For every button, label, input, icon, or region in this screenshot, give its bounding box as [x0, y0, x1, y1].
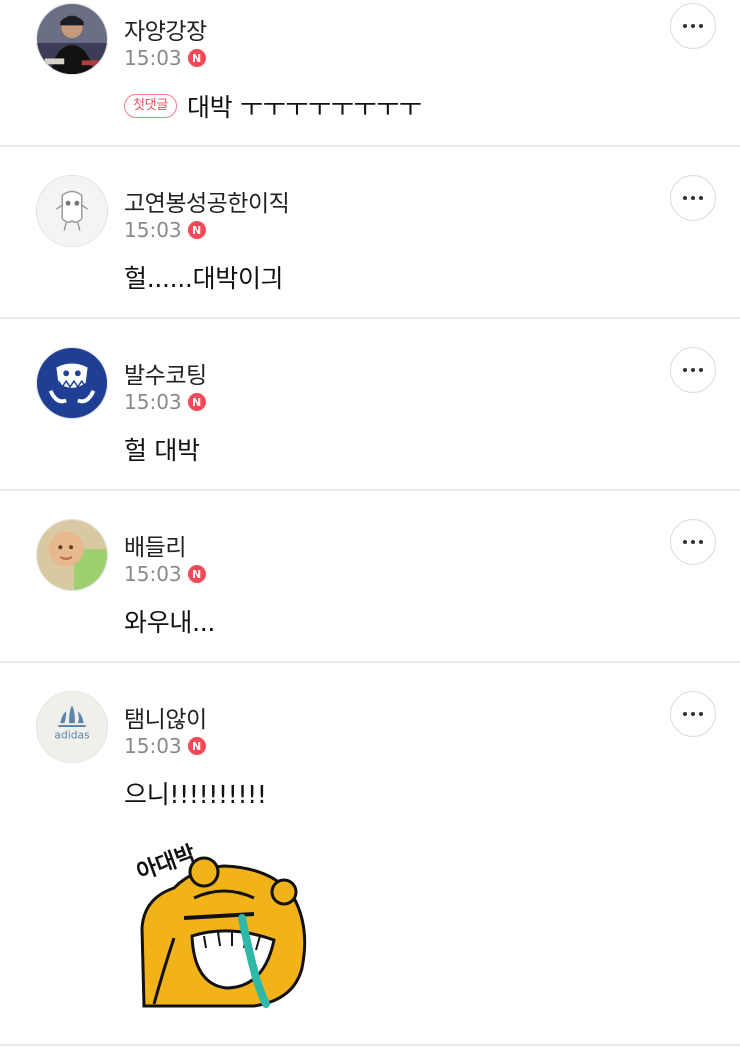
first-comment-badge: 첫댓글 [124, 94, 177, 118]
comment-time: 15:03 [124, 46, 182, 70]
dot-icon [699, 368, 703, 372]
comment-meta: 15:03 N [124, 46, 206, 70]
comment-item: 고연봉성공한이직 15:03 N 헐......대박이긔 [0, 147, 740, 319]
comment-time: 15:03 [124, 734, 182, 758]
comment-meta: 15:03 N [124, 390, 206, 414]
dot-icon [683, 712, 687, 716]
new-badge: N [187, 393, 206, 411]
new-badge: N [187, 49, 206, 67]
more-options-button[interactable] [670, 519, 716, 565]
comment-text-row: 와우내... [124, 603, 215, 639]
user-avatar[interactable] [36, 519, 108, 591]
comment-item: 배들리 15:03 N 와우내... [0, 491, 740, 663]
username[interactable]: 고연봉성공한이직 [124, 184, 290, 218]
dot-icon [691, 196, 695, 200]
user-avatar[interactable] [36, 347, 108, 419]
more-options-button[interactable] [670, 3, 716, 49]
dot-icon [699, 24, 703, 28]
dot-icon [683, 540, 687, 544]
dot-icon [691, 24, 695, 28]
user-avatar[interactable] [36, 3, 108, 75]
more-options-button[interactable] [670, 347, 716, 393]
new-badge: N [187, 221, 206, 239]
dot-icon [691, 540, 695, 544]
comment-text-row: 으니!!!!!!!!!! [124, 775, 267, 811]
comment-item: 발수코팅 15:03 N 헐 대박 [0, 319, 740, 491]
comment-text: 대박 ㅜㅜㅜㅜㅜㅜㅜㅜ [186, 93, 422, 122]
comment-text-row: 헐 대박 [124, 431, 200, 467]
crying-laughing-bear-sticker[interactable]: 아대박 [134, 828, 310, 1008]
comment-text: 으니!!!!!!!!!! [124, 780, 267, 809]
dot-icon [683, 368, 687, 372]
comment-text: 헐 대박 [124, 436, 200, 465]
comment-time: 15:03 [124, 218, 182, 242]
comment-item: 자양강장 15:03 N 첫댓글 대박 ㅜㅜㅜㅜㅜㅜㅜㅜ [0, 0, 740, 147]
more-options-button[interactable] [670, 175, 716, 221]
new-badge: N [187, 737, 206, 755]
dot-icon [683, 24, 687, 28]
comment-time: 15:03 [124, 562, 182, 586]
comment-text-row: 첫댓글 대박 ㅜㅜㅜㅜㅜㅜㅜㅜ [124, 88, 422, 124]
dot-icon [691, 712, 695, 716]
dot-icon [699, 540, 703, 544]
username[interactable]: 탬니않이 [124, 700, 207, 734]
comment-time: 15:03 [124, 390, 182, 414]
comment-meta: 15:03 N [124, 562, 206, 586]
comment-text-row: 헐......대박이긔 [124, 259, 284, 295]
comment-item: adidas 탬니않이 15:03 N 으니!!!!!!!!!! 아대박 [0, 663, 740, 1046]
dot-icon [683, 196, 687, 200]
user-avatar[interactable] [36, 175, 108, 247]
new-badge: N [187, 565, 206, 583]
more-options-button[interactable] [670, 691, 716, 737]
adidas-logo-text: adidas [54, 729, 90, 742]
username[interactable]: 배들리 [124, 528, 186, 562]
comment-text: 와우내... [124, 608, 216, 637]
comment-text: 헐......대박이긔 [124, 264, 284, 293]
comment-meta: 15:03 N [124, 734, 206, 758]
dot-icon [699, 196, 703, 200]
comment-meta: 15:03 N [124, 218, 206, 242]
dot-icon [699, 712, 703, 716]
user-avatar[interactable]: adidas [36, 691, 108, 763]
username[interactable]: 발수코팅 [124, 356, 207, 390]
username[interactable]: 자양강장 [124, 12, 207, 46]
dot-icon [691, 368, 695, 372]
